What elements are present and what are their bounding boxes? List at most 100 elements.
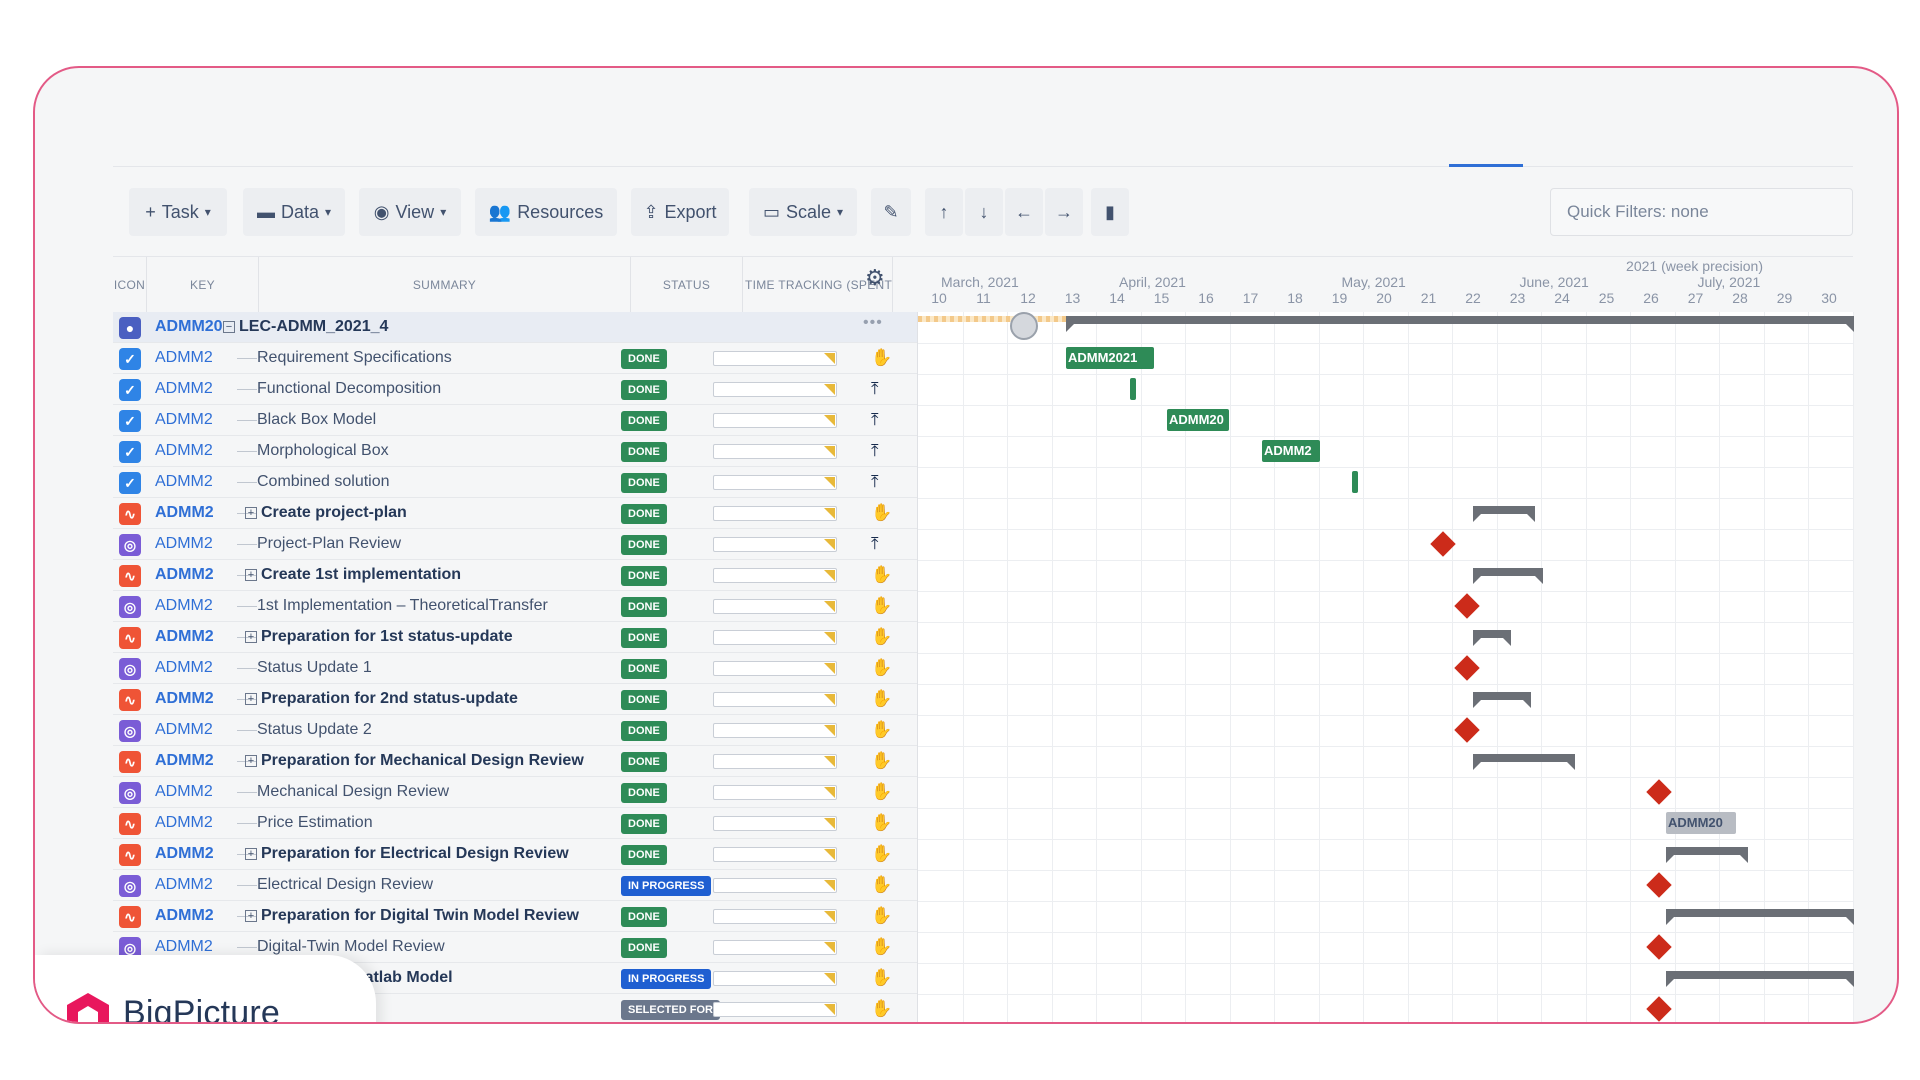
milestone-diamond[interactable] [1646, 996, 1672, 1022]
task-bar[interactable] [1130, 378, 1136, 400]
milestone-diamond[interactable] [1454, 655, 1480, 681]
milestone-diamond[interactable] [1454, 717, 1480, 743]
status-badge[interactable]: DONE [621, 473, 667, 493]
task-bar[interactable]: ADMM2021 [1066, 347, 1154, 369]
issue-key-link[interactable]: ADMM2 [155, 938, 223, 956]
task-summary[interactable]: Status Update 1 [257, 659, 609, 677]
column-status[interactable]: STATUS [631, 257, 743, 313]
drag-hand-icon[interactable]: ✋ [871, 875, 892, 895]
scale-button[interactable]: ▭ Scale ▾ [749, 188, 857, 236]
task-bar[interactable] [1352, 471, 1358, 493]
issue-key-link[interactable]: ADMM2 [155, 721, 223, 739]
drag-hand-icon[interactable]: ✋ [871, 627, 892, 647]
expand-toggle[interactable]: + [245, 507, 257, 519]
task-summary[interactable]: Mechanical Design Review [257, 783, 609, 801]
task-bar[interactable]: ADMM20 [1167, 409, 1229, 431]
task-summary[interactable]: Preparation for Digital Twin Model Revie… [261, 907, 609, 925]
table-row[interactable]: ◎ ADMM2 Status Update 1 DONE ✋ [113, 653, 917, 684]
task-summary[interactable]: Create project-plan [261, 504, 609, 522]
drag-hand-icon[interactable]: ✋ [871, 782, 892, 802]
table-row[interactable]: ✓ ADMM2 Morphological Box DONE ⤒ [113, 436, 917, 467]
drag-hand-icon[interactable]: ✋ [871, 751, 892, 771]
status-badge[interactable]: DONE [621, 442, 667, 462]
table-row[interactable]: ◎ ADMM2 Status Update 2 DONE ✋ [113, 715, 917, 746]
task-summary[interactable]: Status Update 2 [257, 721, 609, 739]
table-row[interactable]: ● ADMM20− LEC-ADMM_2021_4 ••• [113, 312, 917, 343]
pin-top-icon[interactable]: ⤒ [871, 410, 879, 430]
expand-toggle[interactable]: + [245, 631, 257, 643]
task-summary[interactable]: Preparation for Mechanical Design Review [261, 752, 609, 770]
summary-bar[interactable] [1473, 630, 1511, 646]
status-badge[interactable]: DONE [621, 721, 667, 741]
issue-key-link[interactable]: ADMM2 [155, 845, 223, 863]
column-icon[interactable]: ICON [113, 257, 147, 313]
export-button[interactable]: ⇪ Export [631, 188, 729, 236]
status-badge[interactable]: DONE [621, 349, 667, 369]
status-badge[interactable]: DONE [621, 504, 667, 524]
milestone-diamond[interactable] [1646, 872, 1672, 898]
task-summary[interactable]: Electrical Design Review [257, 876, 609, 894]
issue-key-link[interactable]: ADMM2 [155, 628, 223, 646]
table-row[interactable]: ✓ ADMM2 Functional Decomposition DONE ⤒ [113, 374, 917, 405]
table-row[interactable]: ◎ ADMM2 Project-Plan Review DONE ⤒ [113, 529, 917, 560]
status-badge[interactable]: DONE [621, 814, 667, 834]
drag-hand-icon[interactable]: ✋ [871, 658, 892, 678]
status-badge[interactable]: DONE [621, 411, 667, 431]
summary-bar[interactable] [1473, 568, 1543, 584]
table-row[interactable]: ∿ ADMM2 + Preparation for Electrical Design… [113, 839, 917, 870]
quick-filters-input[interactable]: Quick Filters: none [1550, 188, 1853, 236]
drag-hand-icon[interactable]: ✋ [871, 937, 892, 957]
drag-hand-icon[interactable]: ✋ [871, 906, 892, 926]
table-row[interactable]: ∿ ADMM2 + Preparation for 2nd status-update… [113, 684, 917, 715]
drag-hand-icon[interactable]: ✋ [871, 720, 892, 740]
status-badge[interactable]: DONE [621, 690, 667, 710]
status-badge[interactable]: DONE [621, 845, 667, 865]
task-bar[interactable]: ADMM2 [1262, 440, 1320, 462]
task-summary[interactable]: Preparation for Electrical Design Review [261, 845, 609, 863]
more-options-icon[interactable]: ••• [863, 314, 883, 332]
summary-bar[interactable] [1666, 847, 1748, 863]
task-summary[interactable]: Preparation for 2nd status-update [261, 690, 609, 708]
table-row[interactable]: ∿ ADMM2 + Preparation for Digital Twin Mode… [113, 901, 917, 932]
drag-hand-icon[interactable]: ✋ [871, 844, 892, 864]
drag-hand-icon[interactable]: ✋ [871, 968, 892, 988]
outdent-button[interactable]: ← [1005, 188, 1043, 236]
issue-key-link[interactable]: ADMM2 [155, 907, 223, 925]
issue-key-link[interactable]: ADMM2 [155, 411, 223, 429]
table-row[interactable]: ✓ ADMM2 Combined solution DONE ⤒ [113, 467, 917, 498]
task-summary[interactable]: Digital-Twin Model Review [257, 938, 609, 956]
drag-hand-icon[interactable]: ✋ [871, 503, 892, 523]
table-row[interactable]: ◎ ADMM2 Electrical Design Review IN PROGRES… [113, 870, 917, 901]
task-summary[interactable]: Requirement Specifications [257, 349, 609, 367]
issue-key-link[interactable]: ADMM2 [155, 442, 223, 460]
expand-toggle[interactable]: + [245, 693, 257, 705]
drag-hand-icon[interactable]: ✋ [871, 999, 892, 1019]
expand-toggle[interactable]: + [245, 910, 257, 922]
summary-bar[interactable] [1666, 909, 1854, 925]
task-summary[interactable]: Combined solution [257, 473, 609, 491]
gear-icon[interactable]: ⚙ [865, 265, 885, 291]
data-button[interactable]: ▬ Data ▾ [243, 188, 345, 236]
task-summary[interactable]: Preparation for 1st status-update [261, 628, 609, 646]
table-row[interactable]: ∿ ADMM2 + Preparation for 1st status-update… [113, 622, 917, 653]
task-summary[interactable]: Morphological Box [257, 442, 609, 460]
drag-hand-icon[interactable]: ✋ [871, 596, 892, 616]
indent-button[interactable]: → [1045, 188, 1083, 236]
resources-button[interactable]: 👥 Resources [475, 188, 617, 236]
drag-hand-icon[interactable]: ✋ [871, 565, 892, 585]
edit-button[interactable]: ✎ [871, 188, 911, 236]
summary-bar[interactable] [1666, 971, 1854, 987]
task-summary[interactable]: Create 1st implementation [261, 566, 609, 584]
issue-key-link[interactable]: ADMM2 [155, 349, 223, 367]
task-summary[interactable]: 1st Implementation – TheoreticalTransfer [257, 597, 609, 615]
pin-top-icon[interactable]: ⤒ [871, 534, 879, 554]
issue-key-link[interactable]: ADMM2 [155, 566, 223, 584]
table-row[interactable]: ◎ ADMM2 Mechanical Design Review DONE ✋ [113, 777, 917, 808]
move-up-button[interactable]: ↑ [925, 188, 963, 236]
summary-bar[interactable] [1473, 754, 1575, 770]
issue-key-link[interactable]: ADMM2 [155, 504, 223, 522]
status-badge[interactable]: IN PROGRESS [621, 876, 712, 896]
issue-key-link[interactable]: ADMM2 [155, 597, 223, 615]
column-key[interactable]: KEY [147, 257, 259, 313]
column-summary[interactable]: SUMMARY [259, 257, 631, 313]
